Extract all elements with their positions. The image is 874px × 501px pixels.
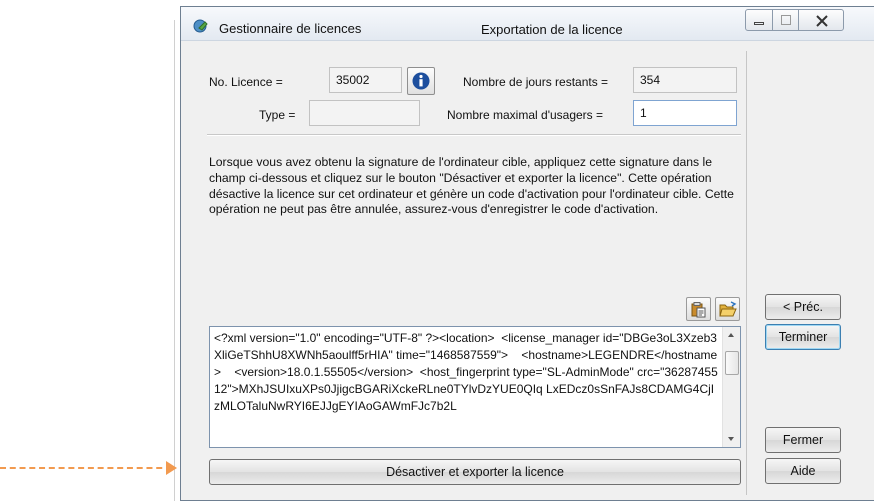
open-file-button[interactable] xyxy=(715,297,740,321)
scroll-up-arrow-icon[interactable] xyxy=(723,327,740,343)
remaining-days-label: Nombre de jours restants = xyxy=(463,75,609,89)
info-button[interactable] xyxy=(407,67,435,95)
scroll-down-arrow-icon[interactable] xyxy=(723,431,740,447)
clipboard-paste-icon xyxy=(691,302,706,318)
help-button[interactable]: Aide xyxy=(765,458,841,484)
max-users-field[interactable]: 1 xyxy=(633,100,737,126)
type-label: Type = xyxy=(259,108,296,122)
license-number-field[interactable]: 35002 xyxy=(329,67,402,93)
license-export-dialog: Gestionnaire de licences Exportation de … xyxy=(180,6,874,501)
signature-textarea[interactable]: <?xml version="1.0" encoding="UTF-8" ?><… xyxy=(209,326,741,448)
open-folder-icon xyxy=(719,301,737,317)
maximize-button[interactable] xyxy=(772,9,799,31)
title-bar[interactable]: Gestionnaire de licences Exportation de … xyxy=(181,7,874,41)
finish-button[interactable]: Terminer xyxy=(765,324,841,350)
document-title: Exportation de la licence xyxy=(481,22,623,37)
license-number-label: No. Licence = xyxy=(209,75,283,89)
signature-scrollbar[interactable] xyxy=(722,327,740,447)
left-edge-line xyxy=(174,20,175,501)
close-button[interactable]: Fermer xyxy=(765,427,841,453)
main-panel: No. Licence = 35002 Nombre de jours rest… xyxy=(201,51,747,495)
signature-text[interactable]: <?xml version="1.0" encoding="UTF-8" ?><… xyxy=(214,330,719,444)
type-field[interactable] xyxy=(309,100,420,126)
info-icon xyxy=(412,72,430,90)
instructions-text: Lorsque vous avez obtenu la signature de… xyxy=(209,155,734,217)
separator xyxy=(207,134,741,136)
minimize-button[interactable] xyxy=(745,9,773,31)
max-users-label: Nombre maximal d'usagers = xyxy=(447,108,604,122)
remaining-days-field[interactable]: 354 xyxy=(633,67,737,93)
app-title: Gestionnaire de licences xyxy=(219,21,362,36)
paste-button[interactable] xyxy=(686,297,711,321)
annotation-arrow-icon xyxy=(166,461,177,475)
scroll-thumb[interactable] xyxy=(725,351,739,375)
close-window-button[interactable] xyxy=(798,9,844,31)
deactivate-export-button[interactable]: Désactiver et exporter la licence xyxy=(209,459,741,485)
previous-button[interactable]: < Préc. xyxy=(765,294,841,320)
license-manager-icon xyxy=(193,19,209,35)
close-icon xyxy=(816,15,828,27)
annotation-arrow-line xyxy=(0,467,172,469)
